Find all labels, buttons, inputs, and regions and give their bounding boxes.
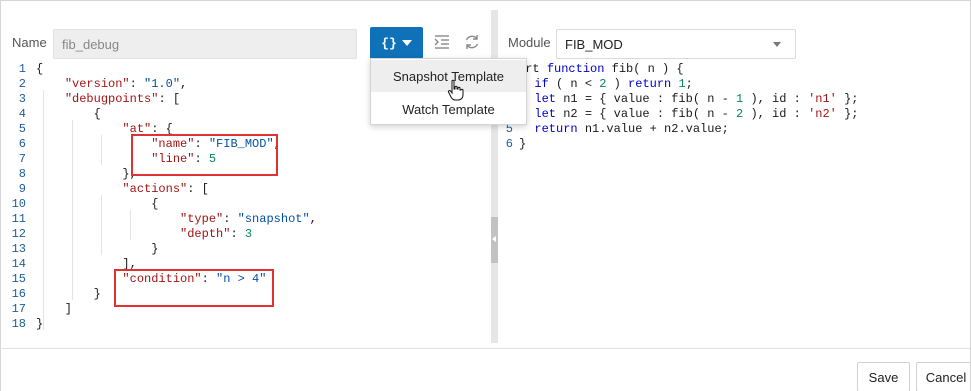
template-menu-button[interactable]: {} [370,27,423,59]
line-number: 14 [11,257,26,271]
line-number: 6 [18,137,26,151]
indent-guide [130,210,131,240]
save-button[interactable]: Save [857,362,910,391]
hand-cursor-icon [447,79,464,101]
line-number-gutter: 1 2 3 4 5 6 7 8 9 10 11 12 13 14 15 16 17 18 [0,60,32,342]
line-number: 16 [11,287,26,301]
highlight-box-condition [114,269,274,307]
line-number: 1 [18,62,26,76]
line-number: 5 [18,122,26,136]
indent-guide [101,135,102,165]
name-label: Name [12,35,47,50]
module-select[interactable]: FIB_MOD [556,29,796,59]
footer-divider [0,348,971,349]
module-line-number: 6 [505,137,513,151]
code-line: "debugpoints": [ [64,92,181,106]
module-code-line: let n2 = { value : fib( n - 2 ), id : 'n… [534,107,859,121]
code-line: } [36,287,101,301]
line-number: 15 [11,272,26,286]
line-number: 8 [18,167,26,181]
line-number: 7 [18,152,26,166]
module-label: Module [508,35,551,50]
cancel-button[interactable]: Cancel [916,362,971,391]
line-number: 4 [18,107,26,121]
code-line: "actions": [ [122,182,209,196]
code-line: { [36,197,159,211]
code-line: { [36,62,44,76]
line-number: 13 [11,242,26,256]
line-number: 10 [11,197,26,211]
template-button-label: {} [381,35,397,51]
refresh-icon[interactable] [462,32,482,52]
line-number: 11 [11,212,26,226]
line-number: 2 [18,77,26,91]
line-number: 12 [11,227,26,241]
module-code-line: if ( n < 2 ) return 1; [534,77,693,91]
indent-guide [43,90,44,330]
code-line: } [36,242,159,256]
caret-down-icon [401,40,412,46]
code-line: }, [36,167,137,181]
module-select-value: FIB_MOD [565,36,623,52]
code-line: ] [36,302,73,316]
code-line: "depth": 3 [180,227,253,241]
module-code-line: ort function fib( n ) { [518,62,684,76]
line-number: 18 [11,317,26,331]
line-number: 9 [18,182,26,196]
indent-guide [101,195,102,255]
code-line: "type": "snapshot", [180,212,317,226]
collapse-left-icon [492,236,496,242]
line-number: 3 [18,92,26,106]
line-number: 17 [11,302,26,316]
module-code-line: return n1.value + n2.value; [534,122,729,136]
code-line: "version": "1.0", [64,77,188,91]
module-code-line: } [519,137,527,151]
code-line: { [36,107,101,121]
chevron-down-icon [773,42,781,47]
highlight-box-at [131,134,278,176]
name-input[interactable] [53,29,357,59]
format-indent-icon[interactable] [432,32,452,52]
module-code-line: let n1 = { value : fib( n - 1 ), id : 'n… [534,92,859,106]
indent-guide [72,120,73,300]
